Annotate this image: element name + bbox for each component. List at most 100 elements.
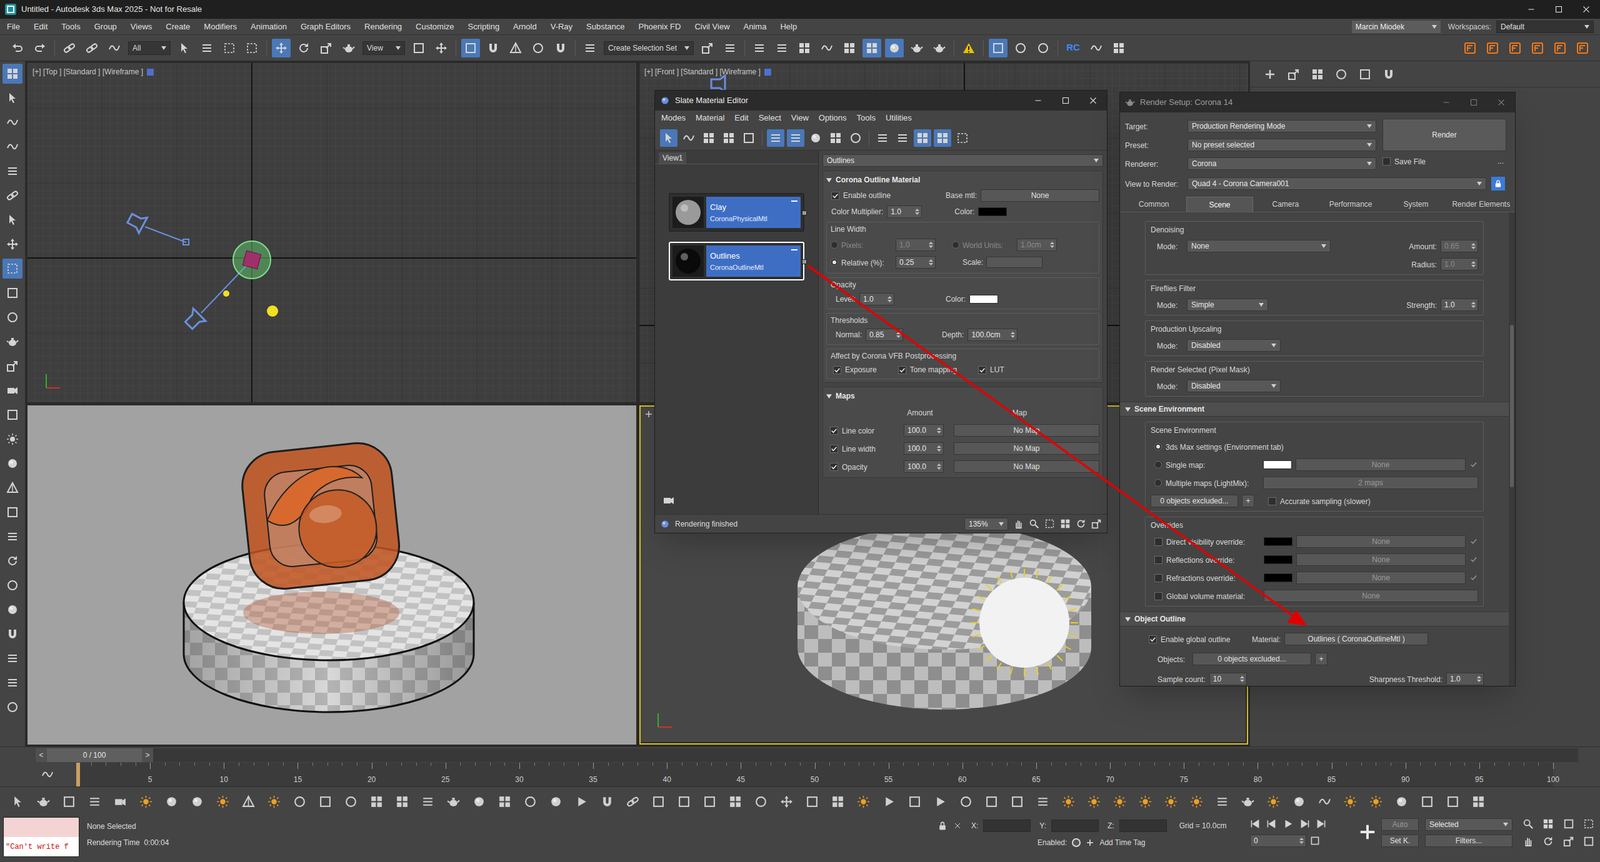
user-account-dropdown[interactable]: Marcin Miodek bbox=[1351, 20, 1441, 34]
toolbar-button[interactable] bbox=[483, 38, 503, 58]
list-icon[interactable] bbox=[1036, 795, 1050, 809]
toolbar-button[interactable] bbox=[1483, 38, 1502, 58]
toolbar-button[interactable] bbox=[988, 38, 1008, 58]
square-icon[interactable] bbox=[742, 131, 755, 145]
scale-field[interactable] bbox=[986, 256, 1043, 269]
toolbar-button[interactable] bbox=[1550, 38, 1570, 58]
light-icon[interactable] bbox=[1087, 795, 1101, 809]
circle-icon[interactable] bbox=[849, 131, 862, 145]
next-key-icon[interactable] bbox=[1300, 819, 1310, 830]
toolbar-button[interactable] bbox=[913, 129, 932, 147]
spinner-field[interactable]: 1.0 bbox=[1440, 258, 1479, 271]
grid-icon[interactable] bbox=[6, 67, 19, 80]
light-icon[interactable] bbox=[1113, 795, 1127, 809]
grid-icon[interactable] bbox=[916, 131, 929, 145]
menu-item[interactable]: Utilities bbox=[880, 111, 917, 125]
toolbar-button[interactable] bbox=[2, 526, 23, 547]
map-button[interactable]: 0 objects excluded... bbox=[1150, 495, 1239, 508]
toolbar-button[interactable] bbox=[680, 129, 698, 147]
square-icon[interactable] bbox=[464, 41, 477, 55]
spinner-field[interactable]: 0 bbox=[1250, 835, 1307, 848]
plugin-icon[interactable] bbox=[1553, 41, 1567, 55]
minimize-button[interactable] bbox=[1432, 92, 1460, 113]
checkbox[interactable] bbox=[1154, 592, 1163, 601]
minimize-button[interactable] bbox=[1517, 0, 1545, 19]
menu-item[interactable]: Phoenix FD bbox=[631, 20, 689, 34]
tab[interactable]: Performance bbox=[1318, 196, 1384, 212]
slate-material-editor-window[interactable]: Slate Material Editor ModesMaterialEditS… bbox=[654, 90, 1108, 534]
square-icon[interactable] bbox=[6, 506, 19, 519]
time-slider-thumb[interactable]: < 0 / 100 > bbox=[35, 748, 154, 763]
light-icon[interactable] bbox=[6, 433, 19, 446]
toolbar-button[interactable] bbox=[175, 38, 194, 58]
menu-item[interactable]: Modifiers bbox=[196, 20, 244, 34]
radio-button[interactable] bbox=[951, 241, 960, 249]
toolbar-button[interactable] bbox=[2, 161, 23, 182]
move-icon[interactable] bbox=[6, 238, 19, 251]
spinner-field[interactable]: 1.0 bbox=[1446, 673, 1484, 686]
color-swatch[interactable] bbox=[1263, 460, 1292, 470]
maximize-button[interactable] bbox=[1545, 0, 1573, 19]
snap-magnet-icon[interactable] bbox=[1382, 68, 1395, 81]
material-node[interactable]: OutlinesCoronaOutlineMtl bbox=[668, 241, 805, 281]
menu-item[interactable]: Substance bbox=[579, 20, 632, 34]
minimize-icon[interactable] bbox=[1525, 3, 1537, 15]
toolbar-button[interactable] bbox=[528, 38, 548, 58]
color-swatch[interactable] bbox=[969, 295, 999, 304]
square-icon[interactable] bbox=[651, 795, 665, 809]
rotate-icon[interactable] bbox=[297, 41, 310, 55]
dropdown[interactable]: Quad 4 - Corona Camera001 bbox=[1187, 177, 1487, 190]
menu-item[interactable]: Anima bbox=[736, 20, 774, 34]
lock-icon[interactable] bbox=[1493, 179, 1503, 189]
output-socket[interactable] bbox=[801, 259, 807, 265]
menu-item[interactable]: Graph Editors bbox=[293, 20, 358, 34]
scrollbar[interactable] bbox=[1508, 212, 1515, 687]
dropdown[interactable]: Production Rendering Mode bbox=[1187, 120, 1377, 133]
map-button[interactable]: None bbox=[1263, 590, 1479, 603]
spinner-arrows-icon[interactable] bbox=[936, 445, 942, 453]
toolbar-button[interactable] bbox=[750, 38, 769, 58]
light-icon[interactable] bbox=[1061, 795, 1075, 809]
viewport-label-text[interactable]: [+] [Top ] [Standard ] [Wireframe ] bbox=[32, 66, 144, 78]
circle-icon[interactable] bbox=[959, 795, 973, 809]
menu-item[interactable]: Group bbox=[87, 20, 124, 34]
y-field[interactable] bbox=[1051, 820, 1099, 833]
toolbar-dropdown[interactable]: View bbox=[362, 41, 405, 55]
toolbar-button[interactable] bbox=[30, 38, 50, 58]
square-icon[interactable] bbox=[1446, 795, 1460, 809]
circle-icon[interactable] bbox=[6, 701, 19, 714]
toolbar-button[interactable] bbox=[2, 283, 23, 304]
light-icon[interactable] bbox=[139, 795, 153, 809]
check-icon[interactable] bbox=[1469, 537, 1479, 547]
circle-icon[interactable] bbox=[1036, 41, 1050, 55]
dropdown[interactable]: Corona bbox=[1187, 157, 1377, 170]
top-view-canvas[interactable] bbox=[27, 63, 637, 403]
spinner-field[interactable]: 0.65 bbox=[1440, 240, 1479, 253]
toolbar-button[interactable] bbox=[2, 478, 23, 499]
curve-icon[interactable] bbox=[1318, 795, 1332, 809]
lock-view-button[interactable] bbox=[1491, 176, 1505, 191]
link-icon[interactable] bbox=[63, 41, 76, 55]
toolbar-button[interactable] bbox=[2, 136, 23, 157]
circle-icon[interactable] bbox=[6, 579, 19, 592]
curve-icon[interactable] bbox=[6, 140, 19, 154]
toolbar-button[interactable] bbox=[220, 38, 239, 58]
tab[interactable]: Common bbox=[1121, 196, 1187, 212]
toolbar-button[interactable] bbox=[551, 38, 570, 58]
toolbar-button[interactable] bbox=[2, 648, 23, 669]
toolbar-button[interactable] bbox=[431, 38, 451, 58]
dropdown[interactable]: None bbox=[1186, 240, 1331, 253]
move-icon[interactable] bbox=[435, 41, 448, 55]
toolbar-button[interactable] bbox=[506, 38, 525, 58]
toolbar-button[interactable] bbox=[2, 575, 23, 596]
snap-magnet-icon[interactable] bbox=[600, 795, 614, 809]
toolbar-button[interactable] bbox=[2, 356, 23, 377]
menu-item[interactable]: File bbox=[0, 20, 27, 34]
toolbar-button[interactable] bbox=[2, 307, 23, 328]
square-icon[interactable] bbox=[991, 41, 1005, 55]
toolbar-button[interactable] bbox=[862, 38, 882, 58]
menu-item[interactable]: Scripting bbox=[461, 20, 507, 34]
radio-button[interactable] bbox=[830, 258, 839, 267]
undo-icon[interactable] bbox=[11, 41, 24, 55]
grid-icon[interactable] bbox=[1471, 795, 1485, 809]
